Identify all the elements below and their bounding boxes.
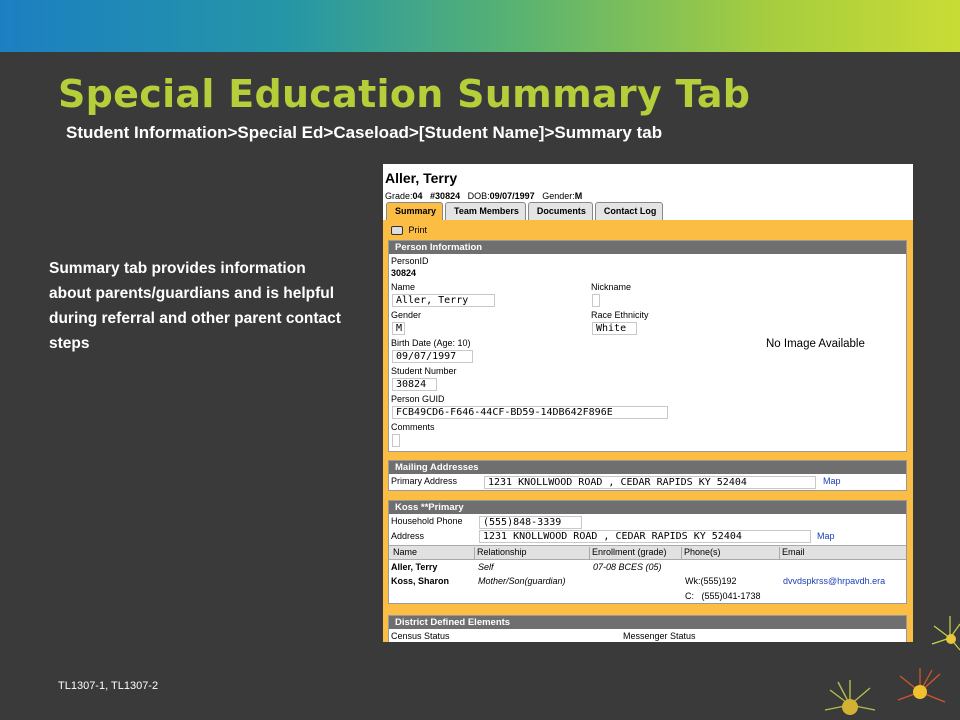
name-label: Name — [391, 282, 416, 292]
messenger-status-label: Messenger Status — [623, 631, 696, 641]
person-guid-label: Person GUID — [391, 394, 445, 404]
tab-bar: Summary Team Members Documents Contact L… — [383, 202, 913, 220]
footer-reference: TL1307-1, TL1307-2 — [58, 680, 159, 692]
section-title: District Defined Elements — [389, 616, 906, 629]
address-label: Address — [391, 531, 425, 541]
household-address-field[interactable]: 1231 KNOLLWOOD ROAD , CEDAR RAPIDS KY 52… — [479, 530, 811, 543]
column-header: Enrollment (grade) — [589, 547, 667, 560]
mailing-addresses-section: Mailing Addresses Primary Address 1231 K… — [388, 460, 907, 491]
column-header: Phone(s) — [681, 547, 721, 560]
mailing-map-link[interactable]: Map — [823, 476, 841, 486]
student-name: Aller, Terry — [385, 170, 458, 186]
student-meta: Grade:04 #30824 DOB:09/07/1997 Gender:M — [385, 191, 583, 201]
print-label: Print — [408, 225, 428, 235]
personid-value: 30824 — [391, 268, 417, 278]
slide-title: Special Education Summary Tab — [58, 72, 751, 116]
member-name: Koss, Sharon — [391, 576, 450, 586]
comments-field[interactable] — [392, 434, 400, 447]
nickname-label: Nickname — [591, 282, 632, 292]
member-name: Aller, Terry — [391, 562, 438, 572]
section-title: Koss **Primary — [389, 501, 906, 514]
student-number-field[interactable]: 30824 — [392, 378, 437, 391]
tab-contact-log[interactable]: Contact Log — [594, 202, 664, 220]
gender-field[interactable]: M — [392, 322, 405, 335]
column-header: Email — [779, 547, 805, 560]
header-gradient-band — [0, 0, 960, 52]
member-enrollment: 07-08 BCES (05) — [593, 562, 662, 572]
tab-documents[interactable]: Documents — [527, 202, 593, 220]
household-members-table-header: Name Relationship Enrollment (grade) Pho… — [389, 545, 906, 560]
print-button[interactable]: Print — [383, 221, 427, 241]
primary-address-label: Primary Address — [391, 476, 458, 486]
household-phone-field[interactable]: (555)848-3339 — [479, 516, 582, 529]
comments-label: Comments — [391, 422, 435, 432]
gender-label: Gender — [391, 310, 422, 320]
section-title: Person Information — [389, 241, 906, 254]
person-information-section: Person Information PersonID 30824 Name A… — [388, 240, 907, 452]
household-map-link[interactable]: Map — [817, 531, 835, 541]
household-section: Koss **Primary Household Phone (555)848-… — [388, 500, 907, 604]
column-header: Name — [393, 547, 418, 557]
member-phone-cell: C: (555)041-1738 — [685, 591, 761, 601]
campus-screenshot-panel: Aller, Terry Grade:04 #30824 DOB:09/07/1… — [383, 164, 913, 642]
personid-label: PersonID — [391, 256, 429, 266]
district-defined-elements-section: District Defined Elements Census Status … — [388, 615, 907, 642]
race-ethnicity-field[interactable]: White — [592, 322, 637, 335]
column-header: Relationship — [474, 547, 527, 560]
member-relationship: Self — [478, 562, 494, 572]
member-email-link[interactable]: dvvdspkrss@hrpavdh.era — [783, 576, 885, 586]
primary-address-field[interactable]: 1231 KNOLLWOOD ROAD , CEDAR RAPIDS KY 52… — [484, 476, 816, 489]
no-image-text: No Image Available — [766, 338, 865, 350]
member-phone-work: Wk:(555)192 — [685, 576, 737, 586]
birth-date-field[interactable]: 09/07/1997 — [392, 350, 473, 363]
member-relationship: Mother/Son(guardian) — [478, 576, 566, 586]
household-phone-label: Household Phone — [391, 516, 463, 526]
person-guid-field[interactable]: FCB49CD6-F646-44CF-BD59-14DB642F896E — [392, 406, 668, 419]
birth-date-label: Birth Date (Age: 10) — [391, 338, 471, 348]
printer-icon — [391, 226, 403, 236]
slide-description: Summary tab provides information about p… — [49, 260, 341, 352]
nickname-field[interactable] — [592, 294, 600, 307]
navigation-path: Student Information>Special Ed>Caseload>… — [66, 123, 663, 142]
tab-summary[interactable]: Summary — [386, 202, 444, 220]
census-status-label: Census Status — [391, 631, 450, 641]
student-number-label: Student Number — [391, 366, 457, 376]
name-field[interactable]: Aller, Terry — [392, 294, 495, 307]
race-ethnicity-label: Race Ethnicity — [591, 310, 649, 320]
tab-team-members[interactable]: Team Members — [445, 202, 526, 220]
section-title: Mailing Addresses — [389, 461, 906, 474]
